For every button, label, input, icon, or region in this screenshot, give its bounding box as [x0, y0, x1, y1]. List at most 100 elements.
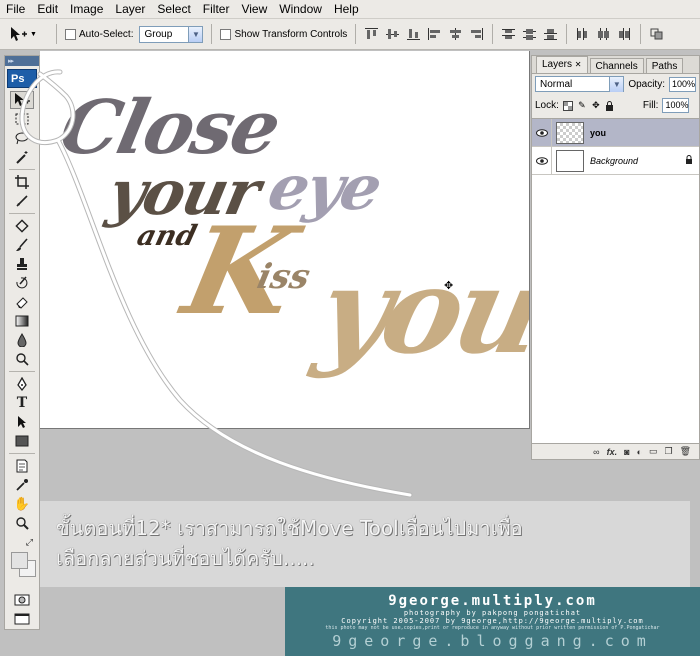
layer-thumbnail	[556, 121, 584, 144]
quick-mask-icon[interactable]	[10, 591, 34, 609]
swap-colors-icon[interactable]: ⤢	[10, 533, 34, 551]
history-brush-icon[interactable]	[10, 274, 34, 292]
new-layer-icon[interactable]: ❐	[664, 446, 672, 457]
lock-label: Lock:	[535, 100, 559, 111]
adjustment-layer-icon[interactable]: ◐	[637, 447, 642, 457]
eye-icon[interactable]	[532, 146, 552, 175]
close-icon[interactable]: ✕	[575, 60, 582, 69]
tab-channels[interactable]: Channels	[589, 58, 644, 73]
tool-preset-picker[interactable]: ▼	[8, 22, 48, 46]
show-transform-checkbox[interactable]: Show Transform Controls	[220, 28, 348, 40]
layer-list: you Background	[532, 118, 699, 444]
move-tool-icon	[11, 27, 27, 41]
checkbox-box	[65, 28, 76, 40]
menu-layer[interactable]: Layer	[109, 0, 151, 19]
type-tool-icon[interactable]: T	[10, 394, 34, 412]
rectangle-shape-icon[interactable]	[10, 432, 34, 450]
align-bottom-icon[interactable]	[406, 27, 421, 41]
canvas-word-and: and	[133, 219, 201, 252]
distribute-left-icon[interactable]	[575, 27, 590, 41]
layer-row-background[interactable]: Background	[532, 146, 699, 175]
menu-select[interactable]: Select	[151, 0, 196, 19]
move-tool-icon[interactable]	[10, 91, 34, 109]
menu-window[interactable]: Window	[273, 0, 328, 19]
menu-edit[interactable]: Edit	[31, 0, 64, 19]
menu-file[interactable]: File	[0, 0, 31, 19]
path-selection-icon[interactable]	[10, 413, 34, 431]
hand-tool-icon[interactable]: ✋	[10, 495, 34, 513]
watermark-blog: 9george.bloggang.com	[332, 632, 653, 650]
blend-mode-dropdown[interactable]: Normal ▼	[535, 76, 625, 92]
align-hcenter-icon[interactable]	[448, 27, 463, 41]
dodge-tool-icon[interactable]	[10, 350, 34, 368]
menu-help[interactable]: Help	[328, 0, 365, 19]
blend-opacity-row: Normal ▼ Opacity: 100%	[532, 74, 699, 94]
align-top-icon[interactable]	[364, 27, 379, 41]
pen-tool-icon[interactable]	[10, 375, 34, 393]
chevron-down-icon: ▼	[188, 26, 203, 42]
auto-select-value: Group	[144, 28, 173, 40]
fill-input[interactable]: 100%	[662, 98, 690, 113]
clone-stamp-icon[interactable]	[10, 255, 34, 273]
distribute-bottom-icon[interactable]	[543, 27, 558, 41]
separator	[56, 24, 57, 44]
tab-layers[interactable]: Layers ✕	[536, 56, 588, 73]
slice-tool-icon[interactable]	[10, 192, 34, 210]
move-cursor-icon: ✥	[444, 280, 454, 292]
watermark-copyright: Copyright 2005-2007 by 9george,http://9g…	[341, 617, 644, 625]
document-canvas[interactable]: Close your eye and K iss you ✥	[40, 51, 530, 429]
layer-name: you	[590, 127, 607, 138]
opacity-label: Opacity:	[628, 78, 665, 90]
caption-line-1: ขั้นตอนที่12* เราสามารถใช้Move Toolเลื่อ…	[56, 516, 523, 540]
healing-brush-icon[interactable]	[10, 217, 34, 235]
trash-icon[interactable]: 🗑	[680, 446, 691, 457]
layer-style-icon[interactable]: fx.	[607, 447, 618, 457]
caption-line-2: เลือกลายส่วนที่ชอบได้ครับ.....	[56, 546, 315, 570]
new-group-icon[interactable]: ▭	[649, 446, 658, 457]
tab-paths[interactable]: Paths	[645, 58, 684, 73]
screen-mode-icon[interactable]	[10, 610, 34, 628]
auto-align-layers-icon[interactable]	[649, 27, 664, 41]
gradient-tool-icon[interactable]	[10, 312, 34, 330]
align-right-icon[interactable]	[469, 27, 484, 41]
separator	[9, 169, 35, 170]
separator	[640, 24, 642, 44]
opacity-input[interactable]: 100%	[669, 76, 696, 92]
distribute-top-icon[interactable]	[501, 27, 516, 41]
brush-tool-icon[interactable]	[10, 236, 34, 254]
auto-select-checkbox[interactable]: Auto-Select:	[65, 28, 133, 40]
blur-tool-icon[interactable]	[10, 331, 34, 349]
crop-tool-icon[interactable]	[10, 173, 34, 191]
align-left-icon[interactable]	[427, 27, 442, 41]
distribute-hcenter-icon[interactable]	[596, 27, 611, 41]
distribute-vcenter-icon[interactable]	[522, 27, 537, 41]
eye-icon[interactable]	[532, 118, 552, 147]
eyedropper-icon[interactable]	[10, 476, 34, 494]
separator	[566, 24, 568, 44]
auto-select-dropdown[interactable]: Group ▼	[139, 25, 204, 43]
layer-row-you[interactable]: you	[532, 118, 699, 147]
distribute-right-icon[interactable]	[617, 27, 632, 41]
notes-tool-icon[interactable]	[10, 457, 34, 475]
align-vcenter-icon[interactable]	[385, 27, 400, 41]
foreground-color-swatch[interactable]	[11, 552, 28, 569]
eraser-tool-icon[interactable]	[10, 293, 34, 311]
marquee-tool-icon[interactable]	[10, 110, 34, 128]
lasso-tool-icon[interactable]	[10, 129, 34, 147]
layer-mask-icon[interactable]: ◙	[624, 447, 629, 457]
lock-transparency-icon[interactable]	[562, 100, 573, 111]
menu-filter[interactable]: Filter	[197, 0, 236, 19]
separator	[492, 24, 494, 44]
photoshop-logo[interactable]: Ps	[7, 69, 37, 88]
toolbox-grip[interactable]: ▸▸	[5, 56, 39, 66]
lock-position-icon[interactable]: ✥	[591, 100, 601, 111]
lock-pixels-icon[interactable]: ✎	[577, 100, 587, 111]
lock-all-icon[interactable]	[605, 100, 615, 111]
show-transform-label: Show Transform Controls	[234, 28, 348, 40]
menu-view[interactable]: View	[235, 0, 273, 19]
magic-wand-icon[interactable]	[10, 148, 34, 166]
separator	[9, 453, 35, 454]
link-layers-icon[interactable]: ∞	[593, 447, 599, 457]
zoom-tool-icon[interactable]	[10, 514, 34, 532]
menu-image[interactable]: Image	[64, 0, 109, 19]
